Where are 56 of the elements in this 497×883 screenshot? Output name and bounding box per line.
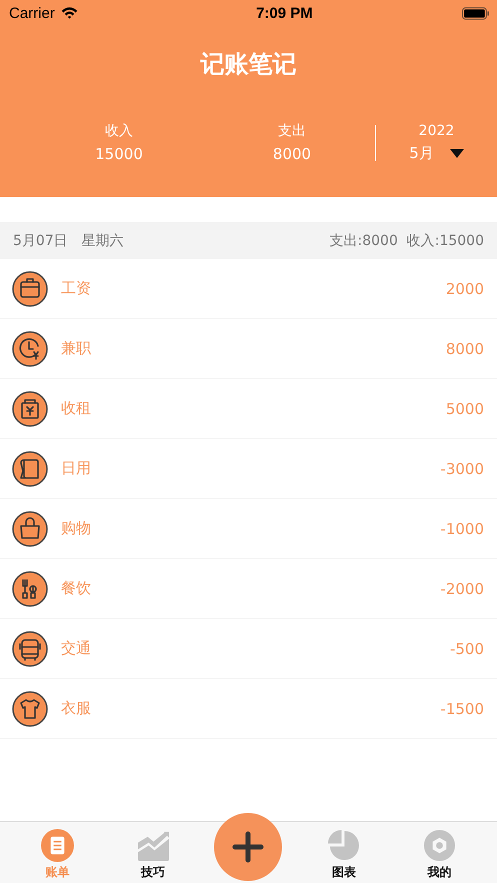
expense-label: 支出	[278, 122, 306, 140]
entry-row[interactable]: 兼职 8000	[0, 319, 497, 379]
dropdown-icon	[450, 148, 464, 158]
tab-item[interactable]: 图表	[308, 829, 379, 881]
entry-row[interactable]: 衣服 -1500	[0, 679, 497, 739]
carrier-label: Carrier	[9, 4, 55, 22]
entry-row[interactable]: 工资 2000	[0, 259, 497, 319]
settings-icon	[422, 829, 456, 862]
clock-icon	[12, 330, 48, 366]
day-totals: 支出:8000 收入:15000	[330, 232, 484, 250]
entry-amount: 5000	[446, 400, 484, 418]
pie-chart-icon	[327, 829, 360, 862]
category-name: 日用	[61, 459, 91, 478]
expense-amount: 8000	[272, 145, 312, 163]
tab-item[interactable]: 技巧	[118, 829, 188, 881]
bus-icon	[12, 630, 48, 666]
category-name: 交通	[61, 639, 91, 658]
category-name: 衣服	[61, 699, 91, 718]
shirt-icon	[12, 690, 48, 726]
category-name: 工资	[61, 279, 91, 298]
tab-item[interactable]: 账单	[22, 829, 93, 881]
income-amount: 15000	[95, 145, 143, 163]
category-name: 购物	[61, 519, 91, 538]
year-label: 2022	[418, 122, 454, 138]
entry-amount: 8000	[446, 340, 484, 358]
entry-row[interactable]: 交通 -500	[0, 619, 497, 679]
entry-amount: -500	[450, 640, 484, 658]
clipboard-icon	[41, 829, 74, 862]
status-time: 7:09 PM	[256, 4, 313, 22]
entry-row[interactable]: 餐饮 -2000	[0, 559, 497, 619]
day-weekday: 星期六	[82, 232, 124, 250]
category-name: 餐饮	[61, 579, 91, 598]
wallet-icon	[12, 270, 48, 306]
bag-icon	[12, 390, 48, 426]
battery-icon	[462, 6, 489, 20]
plus-icon	[232, 831, 264, 863]
app-title: 记账笔记	[199, 49, 298, 80]
entry-amount: 2000	[446, 280, 484, 298]
tab-item[interactable]: 我的	[404, 829, 474, 881]
entry-amount: -2000	[440, 580, 484, 598]
entry-amount: -1000	[440, 520, 484, 538]
entry-amount: -1500	[440, 700, 484, 718]
entry-row[interactable]: 购物 -1000	[0, 499, 497, 559]
wifi-icon	[60, 6, 79, 20]
entry-row[interactable]: 收租 5000	[0, 379, 497, 439]
towel-icon	[12, 450, 48, 486]
trend-chart-icon	[136, 829, 170, 862]
category-name: 收租	[61, 399, 91, 418]
handbag-icon	[12, 510, 48, 546]
month-picker[interactable]: 5月	[409, 144, 464, 162]
utensils-icon	[12, 570, 48, 606]
category-name: 兼职	[61, 339, 91, 358]
entry-amount: -3000	[440, 460, 484, 478]
entry-row[interactable]: 日用 -3000	[0, 439, 497, 499]
day-date: 5月07日	[13, 232, 68, 250]
income-label: 收入	[105, 122, 133, 140]
